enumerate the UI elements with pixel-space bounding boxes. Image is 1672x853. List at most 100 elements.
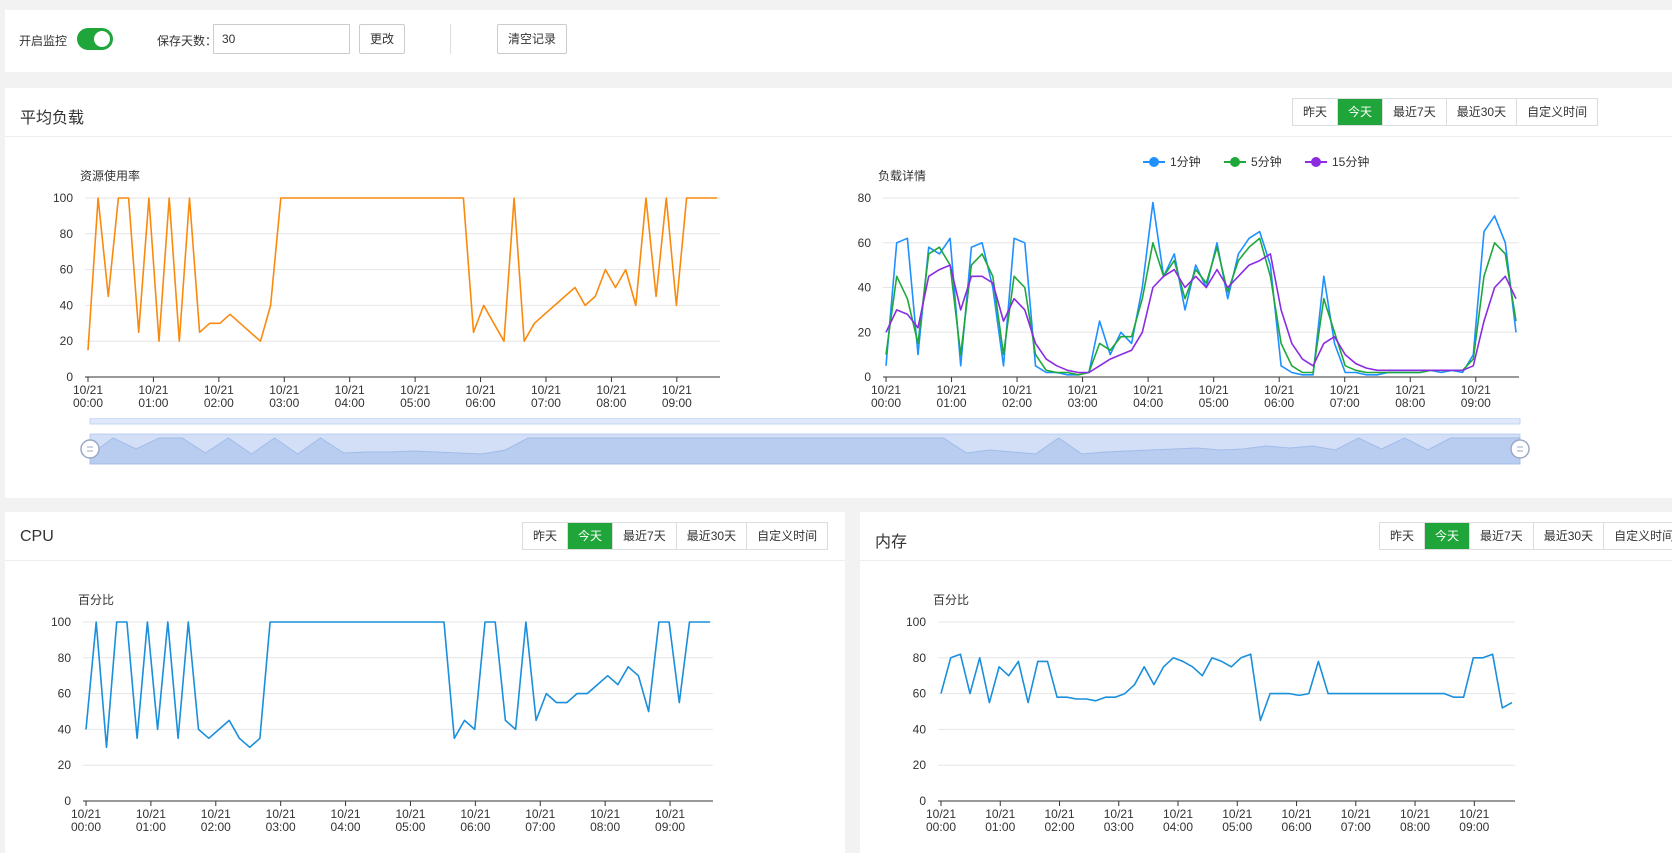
x-tick-label: 10/21 [926,807,956,821]
range-custom[interactable]: 自定义时间 [1516,99,1598,125]
x-tick-label: 05:00 [1199,396,1229,410]
y-tick-label: 20 [58,758,72,772]
y-tick-label: 20 [60,334,74,348]
zoom-slider[interactable] [75,418,1630,474]
monitor-toggle[interactable] [77,28,113,50]
x-tick-label: 00:00 [871,396,901,410]
days-label: 保存天数： [157,34,218,48]
range-selector: 昨天 今天 最近7天 最近30天 自定义时间 [1379,522,1672,550]
x-tick-label: 08:00 [1395,396,1425,410]
x-tick-label: 07:00 [1341,820,1371,834]
range-custom[interactable]: 自定义时间 [1603,523,1672,549]
x-tick-label: 05:00 [1222,820,1252,834]
y-tick-label: 100 [906,615,926,629]
x-tick-label: 09:00 [1459,820,1489,834]
x-tick-label: 09:00 [662,396,692,410]
legend-marker [1230,157,1240,167]
x-tick-label: 01:00 [985,820,1015,834]
x-tick-label: 01:00 [136,820,166,834]
y-axis-label: 负载详情 [878,168,926,183]
y-tick-label: 0 [919,794,926,808]
range-7days[interactable]: 最近7天 [1382,99,1446,125]
y-tick-label: 80 [913,651,927,665]
x-tick-label: 10/21 [1264,383,1294,397]
slider-top-bar [89,418,1521,425]
y-tick-label: 60 [60,263,74,277]
x-tick-label: 06:00 [1264,396,1294,410]
x-tick-label: 10/21 [937,383,967,397]
range-30days[interactable]: 最近30天 [675,523,747,549]
y-tick-label: 0 [64,794,71,808]
x-tick-label: 01:00 [937,396,967,410]
x-tick-label: 10/21 [1163,807,1193,821]
y-tick-label: 80 [858,191,872,205]
slider-handle-right[interactable] [1510,439,1530,459]
x-tick-label: 10/21 [871,383,901,397]
legend-marker [1149,157,1159,167]
range-30days[interactable]: 最近30天 [1445,99,1517,125]
x-tick-label: 08:00 [590,820,620,834]
panel-divider [5,136,1672,137]
x-tick-label: 09:00 [1461,396,1491,410]
x-tick-label: 03:00 [1104,820,1134,834]
y-axis-label: 百分比 [933,593,969,607]
handle-circle [80,439,100,459]
resource-usage-chart: 资源使用率02040608010010/2100:0010/2101:0010/… [53,168,720,410]
x-tick-label: 10/21 [331,807,361,821]
y-tick-label: 20 [858,325,872,339]
x-tick-label: 10/21 [269,383,299,397]
toolbar-divider [450,24,451,54]
x-tick-label: 07:00 [1330,396,1360,410]
x-tick-label: 01:00 [138,396,168,410]
series-line-1 [885,201,1517,376]
handle-circle [1510,439,1530,459]
x-tick-label: 10/21 [466,383,496,397]
change-button[interactable]: 更改 [359,24,406,54]
y-tick-label: 60 [913,687,927,701]
y-tick-label: 60 [858,236,872,250]
range-custom[interactable]: 自定义时间 [746,523,828,549]
x-tick-label: 10/21 [596,383,626,397]
x-tick-label: 02:00 [201,820,231,834]
clear-records-button[interactable]: 清空记录 [497,24,568,54]
range-yesterday[interactable]: 昨天 [1293,99,1338,125]
x-tick-label: 05:00 [400,396,430,410]
range-selector: 昨天 今天 最近7天 最近30天 自定义时间 [522,522,829,550]
legend-label: 15分钟 [1332,154,1369,169]
y-axis-label: 百分比 [78,593,114,607]
x-tick-label: 10/21 [395,807,425,821]
x-tick-label: 10/21 [1395,383,1425,397]
range-7days[interactable]: 最近7天 [1469,523,1533,549]
load-detail-chart: 负载详情02040608010/2100:0010/2101:0010/2102… [858,154,1519,410]
cpu-chart: 百分比02040608010010/2100:0010/2101:0010/21… [51,593,713,834]
series-line-1 [87,197,717,351]
x-tick-label: 10/21 [590,807,620,821]
range-today[interactable]: 今天 [1337,99,1383,125]
series-line-3 [885,253,1517,374]
x-tick-label: 10/21 [1199,383,1229,397]
range-7days[interactable]: 最近7天 [612,523,676,549]
range-yesterday[interactable]: 昨天 [1380,523,1425,549]
x-tick-label: 07:00 [531,396,561,410]
x-tick-label: 02:00 [1002,396,1032,410]
range-today[interactable]: 今天 [567,523,613,549]
x-tick-label: 10/21 [335,383,365,397]
x-tick-label: 10/21 [655,807,685,821]
range-today[interactable]: 今天 [1424,523,1470,549]
y-tick-label: 80 [60,227,74,241]
x-tick-label: 10/21 [201,807,231,821]
x-tick-label: 06:00 [460,820,490,834]
slider-handle-left[interactable] [80,439,100,459]
panel-divider [5,560,845,561]
x-tick-label: 02:00 [204,396,234,410]
x-tick-label: 10/21 [138,383,168,397]
x-tick-label: 10/21 [662,383,692,397]
y-tick-label: 0 [66,370,73,384]
x-tick-label: 10/21 [1068,383,1098,397]
panel-title: 内存 [875,534,908,551]
days-input[interactable]: 30 [213,24,350,54]
range-30days[interactable]: 最近30天 [1532,523,1604,549]
cpu-panel: CPU 昨天 今天 最近7天 最近30天 自定义时间 百分比 0 20 40 60 80 1… [5,512,845,853]
range-yesterday[interactable]: 昨天 [523,523,568,549]
y-axis-label: 资源使用率 [80,168,140,183]
